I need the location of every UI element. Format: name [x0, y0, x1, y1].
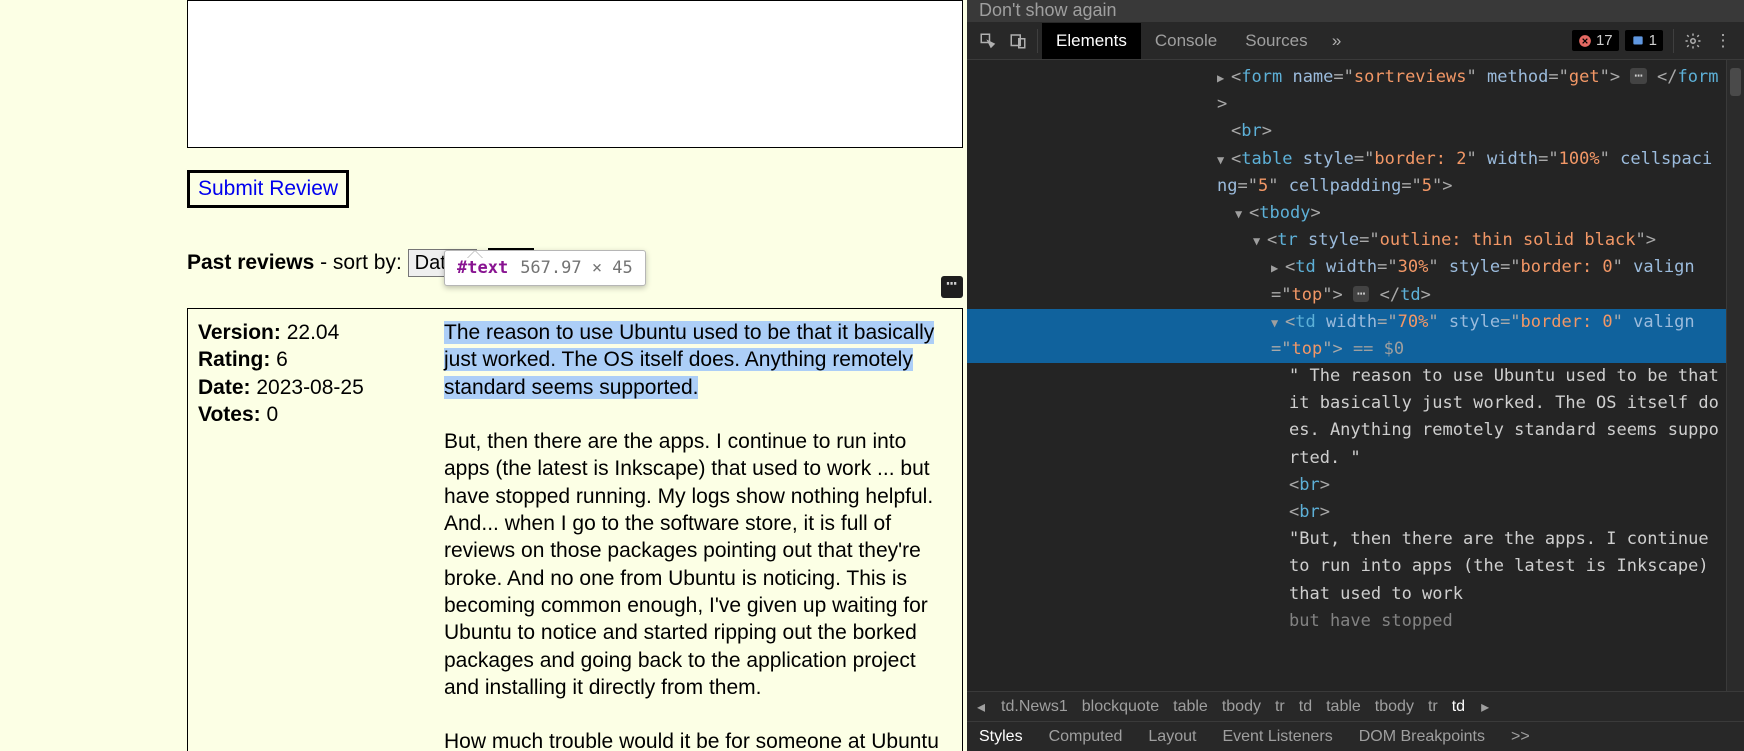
selected-node-menu-icon[interactable]: ⋯	[941, 276, 963, 298]
past-reviews-label: Past reviews	[187, 251, 314, 274]
version-key: Version:	[198, 321, 281, 344]
inspect-icon[interactable]	[973, 26, 1003, 56]
more-tabs-icon[interactable]: »	[1322, 26, 1352, 56]
page-content: Submit Review Past reviews - sort by: Da…	[0, 0, 967, 751]
date-key: Date:	[198, 376, 251, 399]
crumb[interactable]: table	[1326, 698, 1361, 716]
tooltip-selector: #text	[457, 258, 508, 278]
dom-node[interactable]: <br>	[967, 499, 1744, 526]
review-p3: How much trouble would it be for someone…	[444, 730, 950, 751]
review-textarea[interactable]	[187, 0, 963, 148]
crumb-left-icon[interactable]: ◂	[975, 697, 987, 717]
devtools-panel: ⋯ Don't show again Elements Console Sour…	[967, 0, 1744, 751]
tree-scrollbar[interactable]	[1726, 60, 1744, 691]
btab-event[interactable]: Event Listeners	[1222, 728, 1332, 746]
dom-breadcrumb[interactable]: ◂ td.News1 blockquote table tbody tr td …	[967, 691, 1744, 721]
tab-console[interactable]: Console	[1141, 23, 1231, 59]
btab-computed[interactable]: Computed	[1049, 728, 1123, 746]
info-count: 1	[1649, 32, 1657, 49]
btab-layout[interactable]: Layout	[1148, 728, 1196, 746]
banner-dont-show[interactable]: Don't show again	[967, 0, 1744, 22]
rating-value: 6	[270, 348, 288, 371]
crumb[interactable]: tbody	[1375, 698, 1414, 716]
dom-text-node[interactable]: " The reason to use Ubuntu used to be th…	[967, 363, 1744, 472]
dom-node[interactable]: ▼<tbody>	[967, 200, 1744, 227]
dom-text-node[interactable]: "But, then there are the apps. I continu…	[967, 526, 1744, 635]
submit-review-button[interactable]: Submit Review	[187, 170, 349, 208]
crumb[interactable]: td	[1299, 698, 1312, 716]
review-p1-highlighted: The reason to use Ubuntu used to be that…	[444, 321, 934, 399]
kebab-icon[interactable]: ⋮	[1708, 26, 1738, 56]
review-meta: Version: 22.04 Rating: 6 Date: 2023-08-2…	[198, 319, 440, 751]
tab-elements[interactable]: Elements	[1042, 23, 1141, 59]
date-value: 2023-08-25	[251, 376, 364, 399]
device-icon[interactable]	[1003, 26, 1033, 56]
votes-value: 0	[261, 403, 279, 426]
btab-more-icon[interactable]: >>	[1511, 728, 1530, 746]
error-count: 17	[1596, 32, 1613, 49]
info-count-badge[interactable]: 1	[1625, 30, 1663, 51]
btab-styles[interactable]: Styles	[979, 728, 1023, 746]
crumb-active[interactable]: td	[1452, 698, 1465, 716]
dom-tree[interactable]: ▶<form name="sortreviews" method="get"> …	[967, 60, 1744, 635]
review-body: The reason to use Ubuntu used to be that…	[444, 319, 952, 751]
inspect-tooltip: #text 567.97 × 45	[444, 250, 646, 286]
crumb[interactable]: tr	[1428, 698, 1438, 716]
tab-sources[interactable]: Sources	[1231, 23, 1321, 59]
crumb-right-icon[interactable]: ▸	[1479, 697, 1491, 717]
review-p2: But, then there are the apps. I continue…	[444, 430, 933, 699]
error-count-badge[interactable]: 17	[1572, 30, 1619, 51]
votes-key: Votes:	[198, 403, 261, 426]
dom-node[interactable]: ▼<table style="border: 2" width="100%" c…	[967, 146, 1744, 200]
styles-tabbar: Styles Computed Layout Event Listeners D…	[967, 721, 1744, 751]
crumb[interactable]: tbody	[1222, 698, 1261, 716]
settings-icon[interactable]	[1678, 26, 1708, 56]
crumb[interactable]: table	[1173, 698, 1208, 716]
crumb[interactable]: blockquote	[1082, 698, 1159, 716]
devtools-toolbar: Elements Console Sources » 17 1 ⋮	[967, 22, 1744, 60]
btab-dombp[interactable]: DOM Breakpoints	[1359, 728, 1485, 746]
review-card: Version: 22.04 Rating: 6 Date: 2023-08-2…	[187, 308, 963, 751]
crumb[interactable]: tr	[1275, 698, 1285, 716]
dom-node-selected[interactable]: ▼<td width="70%" style="border: 0" valig…	[967, 309, 1744, 363]
sort-by-label: - sort by:	[314, 251, 407, 274]
dom-node[interactable]: <br>	[967, 472, 1744, 499]
version-value: 22.04	[281, 321, 339, 344]
crumb[interactable]: td.News1	[1001, 698, 1068, 716]
dom-node[interactable]: ▼<tr style="outline: thin solid black">	[967, 227, 1744, 254]
dom-node[interactable]: ▶<td width="30%" style="border: 0" valig…	[967, 254, 1744, 308]
dom-node[interactable]: <br>	[967, 118, 1744, 145]
tooltip-dimensions: 567.97 × 45	[520, 258, 633, 278]
dom-node[interactable]: ▶<form name="sortreviews" method="get"> …	[967, 64, 1744, 118]
rating-key: Rating:	[198, 348, 270, 371]
